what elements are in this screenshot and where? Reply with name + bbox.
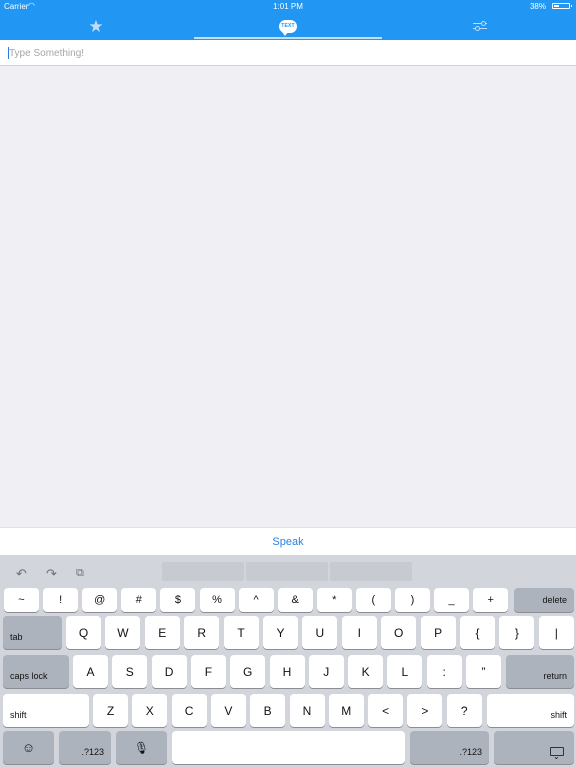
key[interactable]: N (289, 694, 325, 727)
key[interactable]: W (105, 616, 141, 649)
tab-favorites[interactable]: ★ (0, 12, 192, 40)
key[interactable]: } (499, 616, 535, 649)
key[interactable]: Y (263, 616, 298, 649)
key[interactable]: * (316, 588, 352, 612)
key[interactable]: | (538, 616, 574, 649)
tab-settings[interactable] (384, 12, 576, 40)
key[interactable]: + (473, 588, 509, 612)
key[interactable]: H (269, 655, 305, 688)
hide-keyboard-key[interactable] (494, 731, 574, 764)
shift-key-label: shift (10, 710, 27, 720)
key[interactable]: < (368, 694, 404, 727)
key[interactable]: J (308, 655, 344, 688)
key[interactable]: X (132, 694, 168, 727)
hide-keyboard-icon (550, 747, 564, 761)
space-bar[interactable] (172, 731, 405, 764)
caps-lock-key[interactable]: caps lock (3, 655, 69, 688)
clock: 1:01 PM (273, 2, 303, 11)
key[interactable]: R (184, 616, 220, 649)
key[interactable]: I (341, 616, 377, 649)
battery-icon (552, 3, 572, 9)
key[interactable]: ( (355, 588, 391, 612)
text-input-bar (0, 40, 576, 66)
sliders-icon (473, 21, 487, 31)
suggestion-slot-1[interactable] (162, 562, 244, 581)
return-key-label: return (543, 671, 567, 681)
tab-text[interactable]: TEXT (192, 12, 384, 40)
key[interactable]: ~ (4, 588, 39, 612)
undo-icon[interactable]: ↶ (16, 567, 27, 580)
key[interactable]: ! (43, 588, 79, 612)
microphone-key[interactable]: 🎙︎ (116, 731, 167, 764)
key[interactable]: ” (466, 655, 501, 688)
key[interactable]: Z (93, 694, 128, 727)
key[interactable]: B (250, 694, 286, 727)
keyboard: ↶ ↷ ⧉ ~! @ # $% ^ & *() _ + delete tab QWERTYUIO… (0, 555, 576, 768)
emoji-icon: ☺ (21, 740, 36, 755)
key[interactable]: P (420, 616, 456, 649)
selected-tab-indicator (194, 37, 382, 39)
key[interactable]: % (199, 588, 235, 612)
text-bubble-icon: TEXT (279, 19, 297, 36)
key[interactable]: > (407, 694, 443, 727)
key[interactable]: L (387, 655, 423, 688)
key[interactable]: $ (160, 588, 196, 612)
key[interactable]: S (112, 655, 148, 688)
key[interactable]: _ (434, 588, 470, 612)
numbers-key-label: .?123 (81, 747, 104, 757)
caps-lock-key-label: caps lock (10, 671, 48, 681)
key[interactable]: & (277, 588, 313, 612)
key[interactable]: V (210, 694, 246, 727)
numbers-key-right[interactable]: .?123 (410, 731, 489, 764)
return-key[interactable]: return (506, 655, 574, 688)
tab-key-label: tab (10, 632, 23, 642)
speak-button[interactable]: Speak (0, 527, 576, 555)
suggestion-slot-3[interactable] (330, 562, 412, 581)
key[interactable]: O (381, 616, 417, 649)
key[interactable]: : (426, 655, 462, 688)
text-input[interactable] (9, 44, 549, 62)
key[interactable]: A (73, 655, 108, 688)
key[interactable]: T (223, 616, 259, 649)
paste-icon[interactable]: ⧉ (76, 567, 84, 580)
shift-key-label: shift (550, 710, 567, 720)
key[interactable]: G (230, 655, 266, 688)
key[interactable]: K (348, 655, 384, 688)
status-bar: Carrier ◠ 1:01 PM 38% (0, 0, 576, 12)
text-bubble-label: TEXT (281, 23, 295, 29)
tab-key[interactable]: tab (3, 616, 62, 649)
key[interactable]: { (460, 616, 495, 649)
shift-key-right[interactable]: shift (487, 694, 574, 727)
key[interactable]: Q (66, 616, 101, 649)
redo-icon[interactable]: ↷ (46, 567, 57, 580)
speak-label: Speak (272, 535, 304, 548)
key[interactable]: ^ (238, 588, 274, 612)
key[interactable]: E (144, 616, 180, 649)
key[interactable]: M (328, 694, 364, 727)
key[interactable]: U (302, 616, 338, 649)
key[interactable]: @ (82, 588, 118, 612)
microphone-icon: 🎙︎ (133, 740, 150, 755)
suggestion-slot-2[interactable] (246, 562, 328, 581)
key[interactable]: ? (446, 694, 482, 727)
numbers-key-left[interactable]: .?123 (59, 731, 111, 764)
delete-key-label: delete (542, 595, 567, 605)
numbers-key-label: .?123 (459, 747, 482, 757)
key[interactable]: D (151, 655, 187, 688)
tab-bar: ★ TEXT (0, 12, 576, 40)
key[interactable]: # (121, 588, 157, 612)
star-icon: ★ (88, 16, 104, 36)
emoji-key[interactable]: ☺ (3, 731, 54, 764)
key[interactable]: ) (395, 588, 430, 612)
battery-percentage: 38% (529, 2, 546, 11)
shift-key-left[interactable]: shift (3, 694, 89, 727)
delete-key[interactable]: delete (514, 588, 574, 612)
key[interactable]: C (171, 694, 207, 727)
key[interactable]: F (190, 655, 226, 688)
